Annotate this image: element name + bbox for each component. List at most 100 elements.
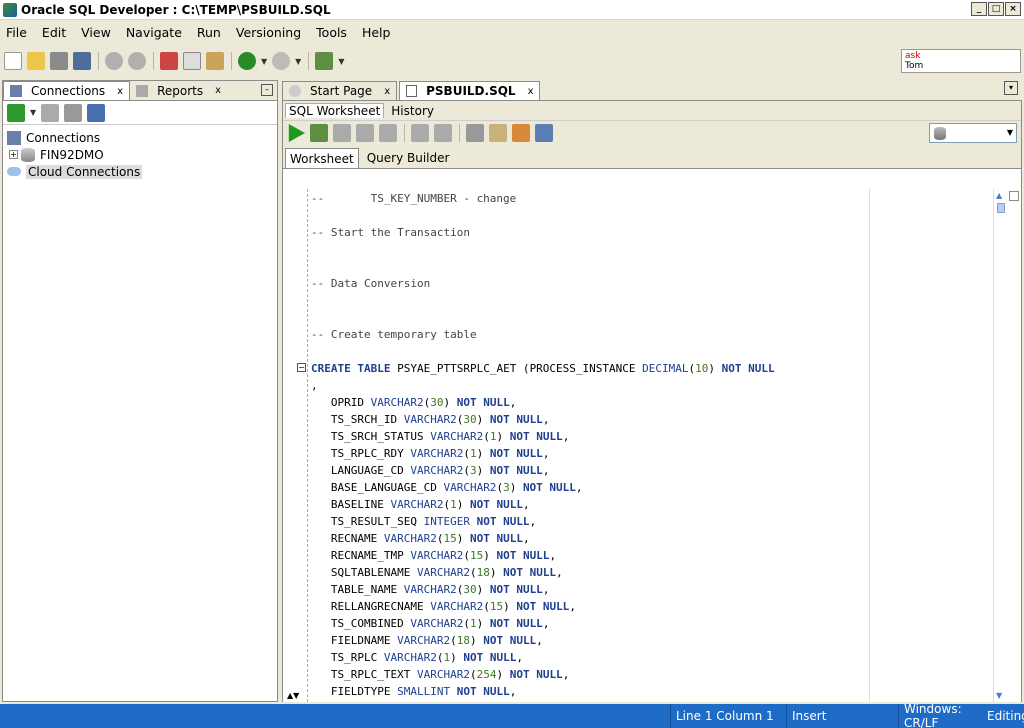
schema-browser-icon[interactable] bbox=[87, 103, 106, 122]
back-icon[interactable] bbox=[238, 52, 256, 70]
minimize-window-button[interactable]: _ bbox=[971, 2, 987, 16]
tab-sql-worksheet[interactable]: SQL Worksheet bbox=[285, 103, 385, 118]
cut-icon[interactable] bbox=[160, 52, 178, 70]
code-line[interactable]: -- Create temporary table bbox=[311, 326, 775, 343]
sql-history-icon[interactable] bbox=[535, 124, 553, 142]
menu-edit[interactable]: Edit bbox=[42, 25, 66, 40]
run-script-icon[interactable] bbox=[310, 124, 328, 142]
scroll-arrows-icon[interactable]: ▲▼ bbox=[287, 691, 299, 700]
tab-worksheet[interactable]: Worksheet bbox=[285, 148, 359, 168]
code-line[interactable]: , bbox=[311, 377, 775, 394]
code-line[interactable]: TS_RPLC VARCHAR2(1) NOT NULL, bbox=[311, 649, 775, 666]
run-statement-icon[interactable] bbox=[288, 124, 305, 142]
menu-run[interactable]: Run bbox=[197, 25, 221, 40]
sql-connection-icon[interactable] bbox=[315, 52, 334, 70]
cancel-icon[interactable] bbox=[379, 124, 397, 142]
code-line[interactable]: TS_SRCH_STATUS VARCHAR2(1) NOT NULL, bbox=[311, 428, 775, 445]
sql-connection-dropdown-icon[interactable]: ▼ bbox=[338, 57, 344, 66]
menu-file[interactable]: File bbox=[6, 25, 27, 40]
code-line[interactable] bbox=[311, 207, 775, 224]
tab-list-dropdown-icon[interactable]: ▾ bbox=[1004, 81, 1018, 95]
clear-icon[interactable] bbox=[512, 124, 530, 142]
code-line[interactable]: -- Data Conversion bbox=[311, 275, 775, 292]
close-tab-icon[interactable]: x bbox=[215, 85, 221, 96]
forward-dropdown-icon[interactable]: ▼ bbox=[295, 57, 301, 66]
code-line[interactable] bbox=[311, 309, 775, 326]
commit-icon[interactable] bbox=[333, 124, 351, 142]
rollback-icon[interactable] bbox=[356, 124, 374, 142]
code-line[interactable]: TS_RPLC_TEXT VARCHAR2(254) NOT NULL, bbox=[311, 666, 775, 683]
back-dropdown-icon[interactable]: ▼ bbox=[261, 57, 267, 66]
code-line[interactable]: TS_SRCH_ID VARCHAR2(30) NOT NULL, bbox=[311, 411, 775, 428]
menu-navigate[interactable]: Navigate bbox=[126, 25, 182, 40]
code-line[interactable]: -- TS_KEY_NUMBER - change bbox=[311, 190, 775, 207]
forward-icon[interactable] bbox=[272, 52, 291, 70]
connection-selector[interactable]: ▼ bbox=[929, 123, 1017, 143]
code-line[interactable]: OPRID VARCHAR2(30) NOT NULL, bbox=[311, 394, 775, 411]
code-line[interactable]: TS_COMBINED VARCHAR2(1) NOT NULL, bbox=[311, 615, 775, 632]
code-line[interactable]: BASE_LANGUAGE_CD VARCHAR2(3) NOT NULL, bbox=[311, 479, 775, 496]
menu-tools[interactable]: Tools bbox=[316, 25, 347, 40]
maximize-window-button[interactable]: □ bbox=[988, 2, 1004, 16]
menu-help[interactable]: Help bbox=[362, 25, 391, 40]
tab-start-page[interactable]: Start Page x bbox=[282, 81, 398, 100]
tab-reports[interactable]: Reports x bbox=[130, 81, 227, 100]
code-line[interactable] bbox=[311, 241, 775, 258]
explain-plan-icon[interactable] bbox=[411, 124, 429, 142]
tree-item-connections[interactable]: Connections bbox=[7, 129, 273, 146]
code-line[interactable]: LANGUAGE_CD VARCHAR2(3) NOT NULL, bbox=[311, 462, 775, 479]
menu-versioning[interactable]: Versioning bbox=[236, 25, 301, 40]
paste-icon[interactable] bbox=[206, 52, 224, 70]
new-file-icon[interactable] bbox=[4, 52, 22, 70]
scroll-up-icon[interactable]: ▲ bbox=[996, 191, 1002, 200]
code-line[interactable]: SQLTABLENAME VARCHAR2(18) NOT NULL, bbox=[311, 564, 775, 581]
code-editor[interactable]: − -- TS_KEY_NUMBER - change -- Start the … bbox=[283, 189, 1021, 702]
code-line[interactable]: -- Start the Transaction bbox=[311, 224, 775, 241]
autotrace-icon[interactable] bbox=[434, 124, 452, 142]
menu-view[interactable]: View bbox=[81, 25, 111, 40]
scroll-down-icon[interactable]: ▼ bbox=[996, 691, 1002, 700]
code-line[interactable]: RELLANGRECNAME VARCHAR2(15) NOT NULL, bbox=[311, 598, 775, 615]
ask-tom-search-box[interactable]: ask Tom bbox=[901, 49, 1021, 73]
close-tab-icon[interactable]: x bbox=[384, 86, 390, 97]
code-line[interactable]: TABLE_NAME VARCHAR2(30) NOT NULL, bbox=[311, 581, 775, 598]
code-line[interactable] bbox=[311, 258, 775, 275]
code-line[interactable]: LENGTH SMALLINT NOT NULL, bbox=[311, 700, 775, 702]
scrollbar-thumb[interactable] bbox=[997, 203, 1005, 213]
code-line[interactable]: TS_RESULT_SEQ INTEGER NOT NULL, bbox=[311, 513, 775, 530]
save-icon[interactable] bbox=[50, 52, 68, 70]
copy-icon[interactable] bbox=[183, 52, 201, 70]
refresh-icon[interactable] bbox=[41, 103, 60, 122]
filter-icon[interactable] bbox=[64, 103, 83, 122]
code-line[interactable] bbox=[311, 343, 775, 360]
add-connection-icon[interactable] bbox=[7, 103, 25, 122]
vertical-scrollbar[interactable]: ▲ ▼ bbox=[993, 189, 1007, 702]
code-line[interactable] bbox=[311, 292, 775, 309]
close-tab-icon[interactable]: x bbox=[117, 86, 123, 97]
minimize-panel-button[interactable]: – bbox=[261, 84, 273, 96]
code-line[interactable]: FIELDNAME VARCHAR2(18) NOT NULL, bbox=[311, 632, 775, 649]
undo-icon[interactable] bbox=[105, 52, 123, 70]
code-line[interactable]: FIELDTYPE SMALLINT NOT NULL, bbox=[311, 683, 775, 700]
sql-tuning-icon[interactable] bbox=[466, 124, 484, 142]
sql-code[interactable]: -- TS_KEY_NUMBER - change -- Start the Tr… bbox=[311, 190, 775, 702]
close-window-button[interactable]: × bbox=[1005, 2, 1021, 16]
collapse-block-icon[interactable]: − bbox=[297, 363, 306, 372]
close-tab-icon[interactable]: x bbox=[528, 86, 534, 97]
save-all-icon[interactable] bbox=[73, 52, 91, 70]
tab-psbuild-sql[interactable]: PSBUILD.SQL x bbox=[399, 81, 541, 100]
tab-query-builder[interactable]: Query Builder bbox=[363, 148, 454, 168]
tree-item-cloud-connections[interactable]: Cloud Connections bbox=[7, 163, 273, 180]
code-line[interactable]: BASELINE VARCHAR2(1) NOT NULL, bbox=[311, 496, 775, 513]
code-line[interactable]: CREATE TABLE PSYAE_PTTSRPLC_AET (PROCESS… bbox=[311, 360, 775, 377]
open-folder-icon[interactable] bbox=[27, 52, 45, 70]
change-case-icon[interactable] bbox=[489, 124, 507, 142]
expand-icon[interactable]: + bbox=[9, 150, 18, 159]
code-line[interactable]: TS_RPLC_RDY VARCHAR2(1) NOT NULL, bbox=[311, 445, 775, 462]
tree-item-fin92dmo[interactable]: + FIN92DMO bbox=[7, 146, 273, 163]
tab-history[interactable]: History bbox=[388, 104, 437, 118]
redo-icon[interactable] bbox=[128, 52, 146, 70]
code-line[interactable]: RECNAME VARCHAR2(15) NOT NULL, bbox=[311, 530, 775, 547]
tab-connections[interactable]: Connections x bbox=[3, 81, 131, 100]
add-connection-dropdown-icon[interactable]: ▼ bbox=[30, 108, 36, 117]
